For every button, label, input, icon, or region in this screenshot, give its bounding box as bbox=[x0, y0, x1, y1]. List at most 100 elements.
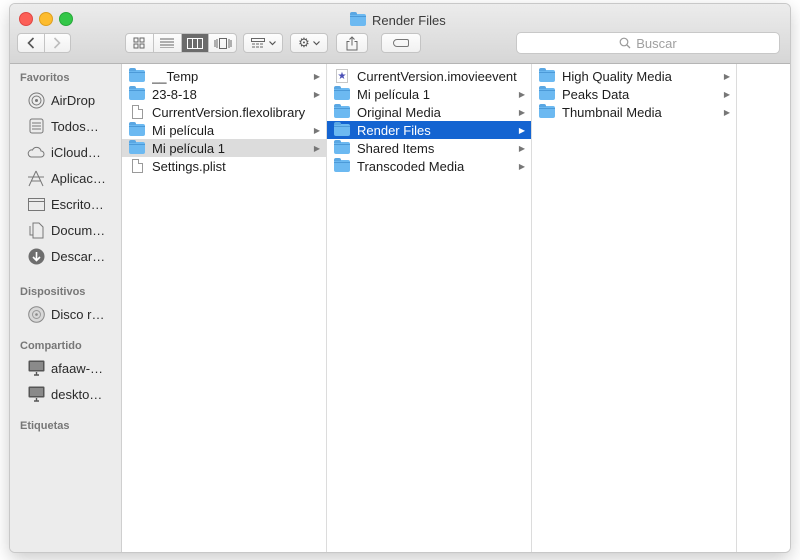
disclosure-arrow-icon: ▶ bbox=[518, 89, 526, 99]
list-item[interactable]: Settings.plist bbox=[122, 157, 326, 175]
list-item[interactable]: High Quality Media ▶ bbox=[532, 67, 736, 85]
sidebar-item-desktop[interactable]: Escrito… bbox=[27, 193, 122, 215]
sidebar-item-label: afaaw-… bbox=[51, 360, 104, 376]
window-title: Render Files bbox=[350, 12, 446, 28]
navigation-buttons bbox=[17, 33, 71, 53]
list-view-button[interactable] bbox=[152, 34, 181, 52]
folder-icon bbox=[350, 12, 366, 26]
list-item-selected[interactable]: Render Files ▶ bbox=[327, 121, 531, 139]
list-item[interactable]: Thumbnail Media ▶ bbox=[532, 103, 736, 121]
sidebar-item-label: Aplicac… bbox=[51, 170, 106, 186]
sidebar-item-label: deskto… bbox=[51, 386, 103, 402]
folder-icon bbox=[539, 86, 555, 100]
document-icon bbox=[131, 159, 143, 173]
icon-view-icon bbox=[133, 37, 145, 49]
arrange-button[interactable] bbox=[243, 33, 283, 53]
computer-icon bbox=[27, 359, 45, 377]
folder-icon bbox=[334, 158, 350, 172]
chevron-left-icon bbox=[27, 37, 34, 49]
browser-column-2[interactable]: ★ CurrentVersion.imovieevent Mi película… bbox=[327, 64, 532, 552]
cover-flow-button[interactable] bbox=[208, 34, 236, 52]
sidebar-item-label: Docum… bbox=[51, 222, 106, 238]
icon-view-button[interactable] bbox=[126, 34, 153, 52]
sidebar-item-label: iCloud… bbox=[51, 144, 101, 160]
folder-icon bbox=[129, 86, 145, 100]
chevron-right-icon bbox=[54, 37, 61, 49]
folder-icon bbox=[539, 104, 555, 118]
window-title-text: Render Files bbox=[372, 12, 446, 28]
computer-icon bbox=[27, 385, 45, 403]
forward-button[interactable] bbox=[43, 34, 71, 52]
share-button[interactable] bbox=[336, 33, 368, 53]
folder-icon bbox=[129, 122, 145, 136]
disclosure-arrow-icon: ▶ bbox=[723, 71, 731, 81]
folder-icon bbox=[334, 104, 350, 118]
disclosure-arrow-icon: ▶ bbox=[313, 143, 321, 153]
list-view-icon bbox=[160, 38, 175, 48]
folder-icon bbox=[129, 68, 145, 82]
sidebar-item-airdrop[interactable]: AirDrop bbox=[27, 89, 122, 111]
list-item[interactable]: Original Media ▶ bbox=[327, 103, 531, 121]
column-view-button[interactable] bbox=[180, 34, 209, 52]
list-item[interactable]: Mi película ▶ bbox=[122, 121, 326, 139]
sidebar-item-disc[interactable]: Disco r… bbox=[27, 303, 122, 325]
list-item[interactable]: Shared Items ▶ bbox=[327, 139, 531, 157]
browser-column-4[interactable] bbox=[737, 64, 790, 552]
cover-flow-icon bbox=[214, 37, 232, 49]
list-item[interactable]: __Temp ▶ bbox=[122, 67, 326, 85]
desktop-icon bbox=[27, 195, 45, 213]
column-view-icon bbox=[186, 37, 203, 49]
airdrop-icon bbox=[27, 91, 45, 109]
sidebar-item-all-files[interactable]: Todos… bbox=[27, 115, 122, 137]
sidebar-item-shared-computer-1[interactable]: afaaw-… bbox=[27, 357, 122, 379]
folder-icon bbox=[334, 86, 350, 100]
sidebar-item-label: Disco r… bbox=[51, 306, 105, 322]
close-window-button[interactable] bbox=[19, 12, 33, 26]
list-item[interactable]: Transcoded Media ▶ bbox=[327, 157, 531, 175]
disclosure-arrow-icon: ▶ bbox=[723, 107, 731, 117]
folder-icon bbox=[129, 140, 145, 154]
sidebar-item-label: Escrito… bbox=[51, 196, 104, 212]
sidebar-section-compartido: Compartido bbox=[20, 340, 82, 352]
tags-button[interactable] bbox=[381, 33, 421, 53]
list-item[interactable]: Mi película 1 ▶ bbox=[327, 85, 531, 103]
list-item[interactable]: CurrentVersion.flexolibrary bbox=[122, 103, 326, 121]
browser-column-1[interactable]: __Temp ▶ 23-8-18 ▶ CurrentVersion.flexol… bbox=[122, 64, 327, 552]
icloud-icon bbox=[27, 143, 45, 161]
sidebar-item-label: AirDrop bbox=[51, 92, 96, 108]
action-button[interactable]: ⚙ bbox=[290, 33, 328, 53]
sidebar-item-icloud[interactable]: iCloud… bbox=[27, 141, 122, 163]
zoom-window-button[interactable] bbox=[59, 12, 73, 26]
search-field[interactable]: Buscar bbox=[516, 32, 780, 54]
folder-icon bbox=[539, 68, 555, 82]
search-placeholder: Buscar bbox=[636, 35, 677, 51]
arrange-icon bbox=[250, 37, 265, 47]
downloads-icon bbox=[27, 247, 45, 265]
imovie-event-icon: ★ bbox=[336, 69, 348, 83]
titlebar: Render Files ⚙ Buscar bbox=[10, 4, 790, 64]
document-icon bbox=[131, 105, 143, 119]
list-item[interactable]: 23-8-18 ▶ bbox=[122, 85, 326, 103]
sidebar-item-documents[interactable]: Docum… bbox=[27, 219, 122, 241]
list-item[interactable]: ★ CurrentVersion.imovieevent bbox=[327, 67, 531, 85]
list-item[interactable]: Peaks Data ▶ bbox=[532, 85, 736, 103]
applications-icon bbox=[27, 169, 45, 187]
gear-icon: ⚙ bbox=[298, 35, 310, 50]
sidebar-item-applications[interactable]: Aplicac… bbox=[27, 167, 122, 189]
disclosure-arrow-icon: ▶ bbox=[313, 125, 321, 135]
chevron-down-icon bbox=[312, 40, 320, 45]
list-item-selected[interactable]: Mi película 1 ▶ bbox=[122, 139, 326, 157]
sidebar-section-etiquetas: Etiquetas bbox=[20, 420, 70, 432]
sidebar-item-downloads[interactable]: Descar… bbox=[27, 245, 122, 267]
back-button[interactable] bbox=[18, 34, 44, 52]
browser-column-3[interactable]: High Quality Media ▶ Peaks Data ▶ Thumbn… bbox=[532, 64, 737, 552]
search-icon bbox=[619, 37, 631, 49]
disclosure-arrow-icon: ▶ bbox=[518, 125, 526, 135]
disclosure-arrow-icon: ▶ bbox=[313, 89, 321, 99]
disc-icon bbox=[27, 305, 45, 323]
minimize-window-button[interactable] bbox=[39, 12, 53, 26]
sidebar-section-dispositivos: Dispositivos bbox=[20, 286, 86, 298]
sidebar-item-shared-computer-2[interactable]: deskto… bbox=[27, 383, 122, 405]
disclosure-arrow-icon: ▶ bbox=[518, 107, 526, 117]
tag-icon bbox=[393, 39, 409, 47]
